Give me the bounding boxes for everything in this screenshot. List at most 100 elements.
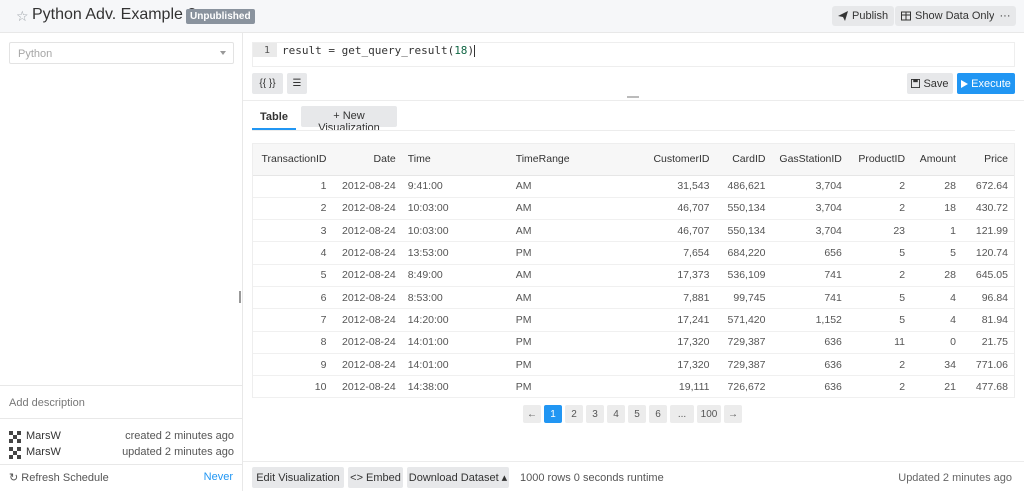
- more-menu-button[interactable]: ···: [994, 6, 1016, 26]
- column-header[interactable]: GasStationID: [771, 144, 848, 176]
- table-cell: 17,373: [613, 264, 716, 287]
- page-button[interactable]: 6: [649, 405, 667, 423]
- execute-button[interactable]: Execute: [957, 73, 1015, 94]
- user-name[interactable]: MarsW: [26, 430, 61, 442]
- table-cell: 2012-08-24: [332, 175, 402, 198]
- table-cell: 550,134: [715, 197, 772, 221]
- code-line[interactable]: result = get_query_result(18): [282, 44, 476, 57]
- table-cell: 2: [847, 175, 912, 198]
- panel-resize-handle[interactable]: [239, 291, 241, 303]
- save-button[interactable]: Save: [907, 73, 953, 94]
- table-cell: 636: [771, 375, 848, 399]
- table-cell: 741: [771, 286, 848, 310]
- table-cell: 34: [911, 353, 962, 377]
- table-cell: 5: [847, 286, 912, 310]
- page-title[interactable]: Python Adv. Example 2: [32, 6, 196, 24]
- table-cell: 18: [911, 197, 962, 221]
- table-cell: 23: [847, 219, 912, 243]
- rows-runtime-info: 1000 rows 0 seconds runtime: [520, 472, 664, 484]
- embed-button[interactable]: <> Embed: [348, 467, 403, 488]
- column-header[interactable]: Date: [332, 144, 402, 176]
- tab-table[interactable]: Table: [252, 106, 296, 130]
- user-name[interactable]: MarsW: [26, 446, 61, 458]
- avatar: [9, 431, 21, 443]
- table-cell: 3,704: [771, 175, 848, 198]
- table-cell: 9:41:00: [401, 175, 510, 198]
- table-cell: PM: [509, 308, 614, 332]
- column-header[interactable]: Amount: [911, 144, 962, 176]
- table-cell: AM: [509, 175, 614, 198]
- publish-label: Publish: [852, 10, 889, 22]
- embed-label: Embed: [366, 471, 401, 484]
- table-cell: 2012-08-24: [332, 241, 402, 265]
- column-header[interactable]: ProductID: [847, 144, 912, 176]
- table-cell: 2012-08-24: [332, 219, 402, 243]
- column-header[interactable]: CustomerID: [613, 144, 716, 176]
- publish-button[interactable]: Publish: [832, 6, 895, 26]
- table-cell: 550,134: [715, 219, 772, 243]
- caret-up-icon: ▴: [501, 472, 508, 484]
- table-cell: 2012-08-24: [332, 353, 402, 377]
- table-cell: 2012-08-24: [332, 197, 402, 221]
- page-button[interactable]: 5: [628, 405, 646, 423]
- refresh-schedule-link[interactable]: Never: [204, 471, 233, 483]
- table-cell: 684,220: [715, 241, 772, 265]
- add-description-link[interactable]: Add description: [9, 397, 85, 409]
- datasource-select[interactable]: Python: [9, 42, 234, 64]
- editor-resize-handle[interactable]: [627, 96, 639, 98]
- download-dataset-button[interactable]: Download Dataset ▴: [407, 467, 509, 488]
- floppy-disk-icon: [911, 79, 921, 88]
- column-header[interactable]: TimeRange: [509, 144, 614, 176]
- table-cell: 2012-08-24: [332, 264, 402, 287]
- show-data-only-label: Show Data Only: [915, 10, 995, 22]
- page-button[interactable]: 100: [697, 405, 721, 423]
- table-row: 3 2012-08-24 10:03:00 AM 46,707 550,134 3,704 2…: [253, 219, 1014, 243]
- table-cell: 5: [911, 241, 962, 265]
- table-cell: AM: [509, 286, 614, 310]
- page-button[interactable]: 4: [607, 405, 625, 423]
- table-cell: 3,704: [771, 197, 848, 221]
- page-button[interactable]: 1: [544, 405, 562, 423]
- column-header[interactable]: CardID: [715, 144, 772, 176]
- table-cell: PM: [509, 353, 614, 377]
- page-button[interactable]: ...: [670, 405, 694, 423]
- page-button[interactable]: 2: [565, 405, 583, 423]
- add-parameter-button[interactable]: {{ }}: [252, 73, 283, 94]
- show-data-only-button[interactable]: Show Data Only: [895, 6, 1001, 26]
- table-cell: 10:03:00: [401, 197, 510, 221]
- paper-plane-icon: [838, 11, 848, 21]
- table-row: 10 2012-08-24 14:38:00 PM 19,111 726,672 636 2 2…: [253, 375, 1014, 399]
- column-header[interactable]: TransactionID: [253, 144, 333, 176]
- indent-icon: ☰: [292, 78, 302, 89]
- column-header[interactable]: Price: [961, 144, 1014, 176]
- table-cell: 9: [253, 353, 333, 377]
- table-cell: PM: [509, 331, 614, 354]
- column-header[interactable]: Time: [401, 144, 510, 176]
- more-icon: ···: [999, 10, 1011, 22]
- table-cell: 672.64: [961, 175, 1014, 198]
- table-cell: 729,387: [715, 331, 772, 354]
- table-cell: 2: [847, 375, 912, 399]
- status-badge: Unpublished: [186, 9, 255, 24]
- table-cell: 7,654: [613, 241, 716, 265]
- table-cell: 8: [253, 331, 333, 354]
- table-cell: 7: [253, 308, 333, 332]
- page-button[interactable]: 3: [586, 405, 604, 423]
- table-cell: 19,111: [613, 375, 716, 399]
- edit-visualization-button[interactable]: Edit Visualization: [252, 467, 344, 488]
- next-page-button[interactable]: →: [724, 405, 742, 423]
- prev-page-button[interactable]: ←: [523, 405, 541, 423]
- table-cell: 81.94: [961, 308, 1014, 332]
- table-cell: 4: [911, 308, 962, 332]
- table-cell: 17,320: [613, 353, 716, 377]
- table-cell: 536,109: [715, 264, 772, 287]
- favorite-star-icon[interactable]: ☆: [16, 8, 29, 25]
- table-cell: 430.72: [961, 197, 1014, 221]
- table-cell: AM: [509, 219, 614, 243]
- table-cell: 729,387: [715, 353, 772, 377]
- format-query-button[interactable]: ☰: [287, 73, 307, 94]
- table-cell: 1,152: [771, 308, 848, 332]
- updated-by-row: MarsW updated 2 minutes ago: [9, 446, 234, 460]
- code-editor[interactable]: 1 result = get_query_result(18): [252, 42, 1015, 67]
- new-visualization-button[interactable]: + New Visualization: [301, 106, 397, 134]
